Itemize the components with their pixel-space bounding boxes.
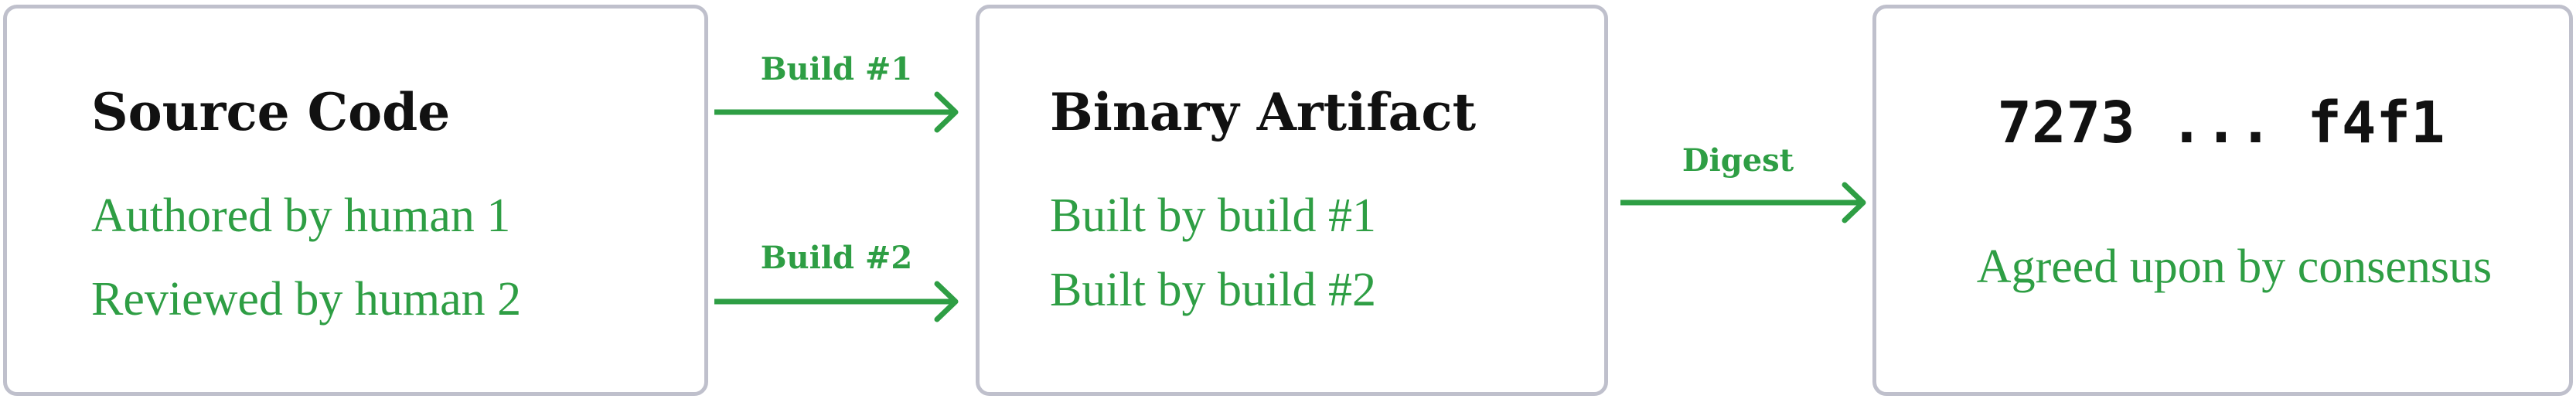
- digest-arrow: [1620, 182, 1866, 223]
- digest-box: [1872, 5, 2573, 396]
- digest-hash: 7273 ... f4f1: [1997, 90, 2445, 156]
- build-1-label: Build #1: [760, 51, 913, 87]
- build-2-arrow: [714, 281, 959, 322]
- reviewed-by-text: Reviewed by human 2: [91, 273, 522, 326]
- consensus-text: Agreed upon by consensus: [1976, 240, 2493, 293]
- binary-artifact-title: Binary Artifact: [1050, 82, 1477, 142]
- built-by-build-1-text: Built by build #1: [1050, 189, 1376, 242]
- authored-by-text: Authored by human 1: [91, 189, 511, 242]
- source-code-title: Source Code: [91, 82, 451, 142]
- build-2-label: Build #2: [760, 240, 913, 276]
- digest-label: Digest: [1682, 142, 1794, 179]
- built-by-build-2-text: Built by build #2: [1050, 264, 1376, 316]
- build-1-arrow: [714, 91, 959, 133]
